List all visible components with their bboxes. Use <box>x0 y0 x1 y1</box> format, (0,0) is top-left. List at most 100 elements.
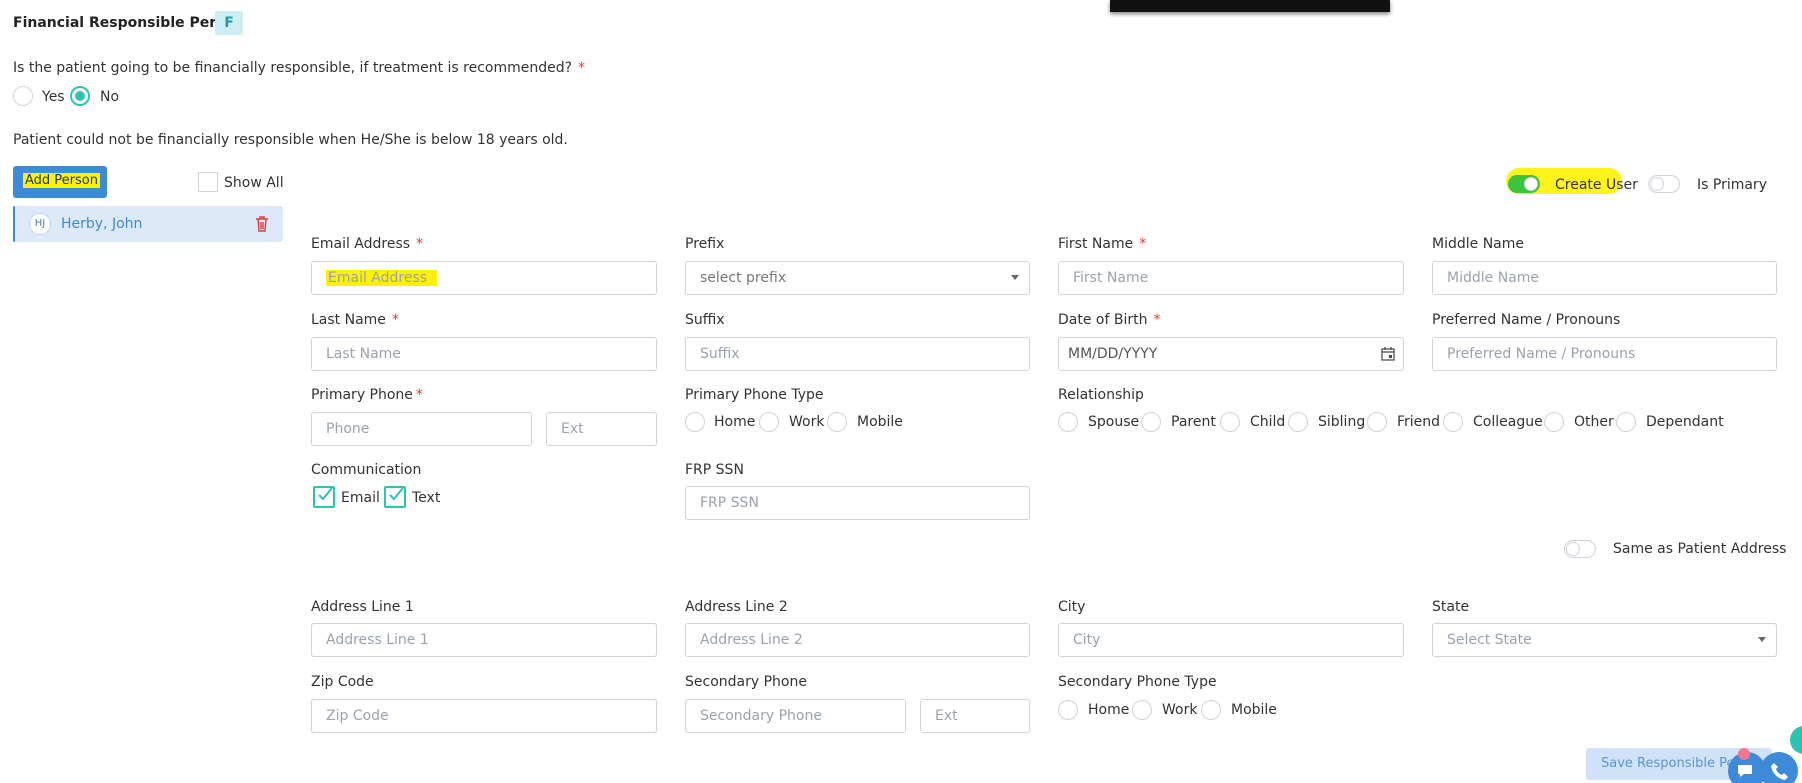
radio-no-label: No <box>100 89 120 105</box>
address1-label: Address Line 1 <box>311 599 414 615</box>
frp-ssn-label: FRP SSN <box>685 462 744 478</box>
person-name: Herby, John <box>61 216 143 232</box>
relationship-colleague-label: Colleague <box>1473 414 1543 430</box>
check-icon <box>318 487 333 501</box>
relationship-dependant[interactable] <box>1616 412 1636 432</box>
person-list-item[interactable]: HJ Herby, John <box>13 206 283 242</box>
primary-phone-type-work[interactable] <box>759 412 779 432</box>
relationship-friend-label: Friend <box>1397 414 1441 430</box>
primary-phone-input[interactable]: Phone <box>311 412 532 446</box>
address2-label: Address Line 2 <box>685 599 788 615</box>
communication-email-label: Email <box>341 490 380 506</box>
primary-phone-type-home[interactable] <box>685 412 705 432</box>
section-title: Financial Responsible Person <box>13 15 245 31</box>
phone-icon[interactable] <box>1760 752 1798 783</box>
address2-input[interactable]: Address Line 2 <box>685 623 1030 657</box>
notification-dot <box>1738 748 1750 760</box>
last-name-input[interactable]: Last Name <box>311 337 657 371</box>
city-label: City <box>1058 599 1086 615</box>
frp-ssn-input[interactable]: FRP SSN <box>685 486 1030 520</box>
check-icon <box>389 487 404 501</box>
state-select[interactable]: Select State <box>1432 623 1777 657</box>
secondary-phone-type-home-label: Home <box>1088 702 1130 718</box>
radio-yes[interactable] <box>13 86 33 106</box>
communication-email-checkbox[interactable] <box>313 486 335 508</box>
show-all-checkbox[interactable] <box>198 172 218 192</box>
address1-input[interactable]: Address Line 1 <box>311 623 657 657</box>
trash-icon[interactable] <box>255 216 269 232</box>
city-input[interactable]: City <box>1058 623 1404 657</box>
is-primary-label: Is Primary <box>1697 177 1767 193</box>
secondary-phone-ext-input[interactable]: Ext <box>920 699 1030 733</box>
first-name-label: First Name * <box>1058 236 1147 252</box>
show-all-label: Show All <box>224 175 284 191</box>
communication-label: Communication <box>311 462 422 478</box>
primary-phone-label: Primary Phone * <box>311 387 423 403</box>
side-widget-icon[interactable] <box>1790 726 1802 754</box>
relationship-friend[interactable] <box>1367 412 1387 432</box>
secondary-phone-label: Secondary Phone <box>685 674 807 690</box>
question-text: Is the patient going to be financially r… <box>13 60 573 76</box>
secondary-phone-type-home[interactable] <box>1058 700 1078 720</box>
communication-text-checkbox[interactable] <box>384 486 406 508</box>
add-person-button[interactable]: Add Person <box>13 166 107 198</box>
same-address-toggle[interactable] <box>1564 540 1596 558</box>
prefix-label: Prefix <box>685 236 725 252</box>
email-input[interactable]: Email Address <box>311 261 657 295</box>
financial-question: Is the patient going to be financially r… <box>13 60 585 76</box>
dob-label: Date of Birth * <box>1058 312 1161 328</box>
radio-yes-label: Yes <box>42 89 65 105</box>
relationship-spouse-label: Spouse <box>1088 414 1140 430</box>
relationship-child-label: Child <box>1250 414 1286 430</box>
relationship-sibling-label: Sibling <box>1318 414 1366 430</box>
first-name-input[interactable]: First Name <box>1058 261 1404 295</box>
relationship-sibling[interactable] <box>1288 412 1308 432</box>
primary-phone-type-mobile-label: Mobile <box>857 414 903 430</box>
relationship-dependant-label: Dependant <box>1646 414 1724 430</box>
relationship-label: Relationship <box>1058 387 1144 403</box>
radio-no[interactable] <box>70 86 90 106</box>
preferred-name-label: Preferred Name / Pronouns <box>1432 312 1621 328</box>
zip-input[interactable]: Zip Code <box>311 699 657 733</box>
section-badge: F <box>215 11 243 35</box>
suffix-input[interactable]: Suffix <box>685 337 1030 371</box>
overlay-panel <box>1110 0 1390 12</box>
primary-phone-type-mobile[interactable] <box>827 412 847 432</box>
avatar: HJ <box>29 213 51 235</box>
same-address-label: Same as Patient Address <box>1613 541 1787 557</box>
prefix-select[interactable]: select prefix <box>685 261 1030 295</box>
is-primary-toggle[interactable] <box>1648 175 1680 193</box>
relationship-child[interactable] <box>1220 412 1240 432</box>
relationship-other[interactable] <box>1544 412 1564 432</box>
primary-phone-type-home-label: Home <box>714 414 756 430</box>
primary-phone-type-work-label: Work <box>789 414 825 430</box>
relationship-parent[interactable] <box>1141 412 1161 432</box>
relationship-colleague[interactable] <box>1443 412 1463 432</box>
secondary-phone-input[interactable]: Secondary Phone <box>685 699 906 733</box>
primary-phone-type-label: Primary Phone Type <box>685 387 824 403</box>
relationship-other-label: Other <box>1574 414 1614 430</box>
dob-input[interactable]: MM/DD/YYYY <box>1058 337 1404 371</box>
communication-text-label: Text <box>412 490 441 506</box>
create-user-toggle[interactable] <box>1508 175 1540 193</box>
primary-phone-ext-input[interactable]: Ext <box>546 412 657 446</box>
relationship-spouse[interactable] <box>1058 412 1078 432</box>
secondary-phone-type-mobile-label: Mobile <box>1231 702 1277 718</box>
middle-name-label: Middle Name <box>1432 236 1524 252</box>
secondary-phone-type-work[interactable] <box>1132 700 1152 720</box>
secondary-phone-type-mobile[interactable] <box>1201 700 1221 720</box>
add-person-label: Add Person <box>23 173 100 188</box>
middle-name-input[interactable]: Middle Name <box>1432 261 1777 295</box>
relationship-parent-label: Parent <box>1171 414 1216 430</box>
preferred-name-input[interactable]: Preferred Name / Pronouns <box>1432 337 1777 371</box>
secondary-phone-type-work-label: Work <box>1162 702 1198 718</box>
secondary-phone-type-label: Secondary Phone Type <box>1058 674 1217 690</box>
required-mark: * <box>578 60 586 76</box>
suffix-label: Suffix <box>685 312 725 328</box>
calendar-icon[interactable] <box>1381 347 1395 361</box>
last-name-label: Last Name * <box>311 312 399 328</box>
create-user-label: Create User <box>1555 177 1638 193</box>
email-label: Email Address * <box>311 236 424 252</box>
state-label: State <box>1432 599 1470 615</box>
zip-label: Zip Code <box>311 674 374 690</box>
